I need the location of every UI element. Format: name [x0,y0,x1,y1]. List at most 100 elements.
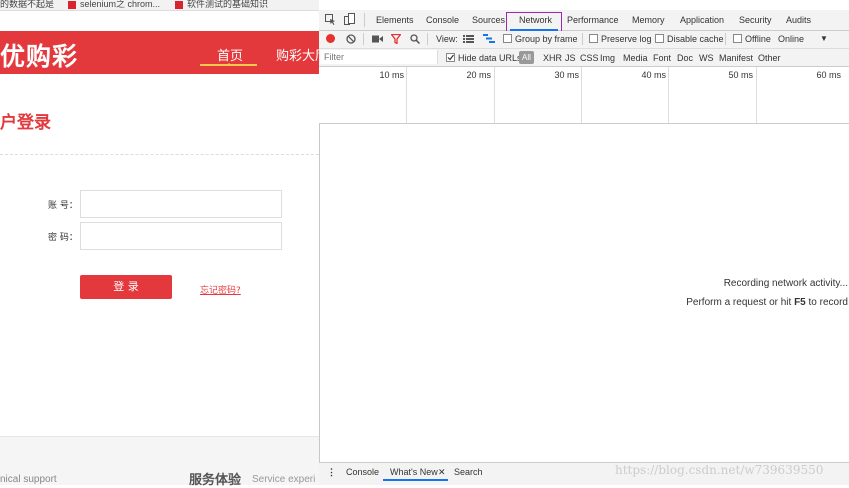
filter-funnel-icon[interactable] [391,34,401,44]
timeline-gridline [581,67,582,123]
footer-service-title: 服务体验 [189,473,242,488]
tab-application[interactable]: Application [680,15,724,25]
timeline-tick-label: 50 ms [728,70,753,80]
bookmark-item[interactable]: selenium之 chrom... [68,0,160,10]
close-icon[interactable]: ✕ [438,467,446,478]
separator [364,13,365,27]
checkbox-icon [733,34,742,43]
checkbox-icon [655,34,664,43]
tab-performance[interactable]: Performance [567,15,619,25]
footer-service-subtitle: Service experi [252,474,316,485]
bookmark-favicon-icon [68,0,76,9]
bookmark-favicon-icon [175,0,183,9]
offline-checkbox[interactable]: Offline [733,34,771,44]
tab-console[interactable]: Console [426,15,459,25]
tab-memory[interactable]: Memory [632,15,665,25]
filter-type-js[interactable]: JS [565,53,576,63]
active-drawer-indicator [383,479,448,481]
checkbox-icon [503,34,512,43]
group-by-frame-checkbox[interactable]: Group by frame [503,34,578,44]
large-rows-icon[interactable] [463,35,474,43]
timeline-gridline [668,67,669,123]
drawer-tab-search[interactable]: Search [454,467,483,477]
site-logo[interactable]: 优购彩 [0,37,78,73]
bookmarks-bar: 的数据不起是 selenium之 chrom... 软件测试的基础知识 [0,0,319,11]
filter-type-ws[interactable]: WS [699,53,714,63]
filter-type-all[interactable]: All [519,51,534,64]
tab-network[interactable]: Network [519,15,552,25]
record-hint-text: Perform a request or hit F5 to record [600,297,848,308]
filter-type-xhr[interactable]: XHR [543,53,562,63]
tab-sources[interactable]: Sources [472,15,505,25]
checkbox-checked-icon [446,53,455,62]
separator [725,33,726,45]
filter-type-other[interactable]: Other [758,53,781,63]
view-label: View: [436,34,458,44]
bookmark-label: selenium之 chrom... [80,0,161,9]
filter-type-manifest[interactable]: Manifest [719,53,753,63]
timeline-tick-label: 20 ms [466,70,491,80]
password-label: 密 码： [48,233,78,243]
filter-type-css[interactable]: CSS [580,53,599,63]
login-button[interactable]: 登 录 [80,275,172,299]
timeline-tick-label: 30 ms [554,70,579,80]
drawer-tab-whats-new[interactable]: What's New [390,467,438,477]
bookmark-item[interactable]: 的数据不起是 [0,0,54,10]
hint-suffix: to record [805,297,848,308]
tab-audits[interactable]: Audits [786,15,811,25]
device-toolbar-icon[interactable] [344,13,355,25]
drawer-tab-console[interactable]: Console [346,467,379,477]
disable-cache-checkbox[interactable]: Disable cache [655,34,724,44]
throttling-select[interactable]: Online [778,34,804,44]
bookmark-label: 软件测试的基础知识 [187,0,269,9]
login-title: 户登录 [0,113,51,133]
checkbox-label: Preserve log [601,34,652,44]
drawer-menu-icon[interactable]: ⋮ [327,467,336,478]
bookmark-label: 的数据不起是 [0,0,55,9]
screenshot-camera-icon[interactable] [372,35,383,43]
forgot-password-link[interactable]: 忘记密码? [200,283,241,296]
filter-type-img[interactable]: Img [600,53,615,63]
recording-status-text: Recording network activity... [723,278,848,289]
hide-data-urls-checkbox[interactable]: Hide data URLs [446,53,522,63]
checkbox-label: Hide data URLs [458,53,522,63]
timeline-gridline [756,67,757,123]
nav-caret-icon [226,63,232,66]
hint-prefix: Perform a request or hit [686,297,795,308]
filter-type-media[interactable]: Media [623,53,648,63]
separator [427,33,428,45]
throttling-value: Online [778,34,805,44]
preserve-log-checkbox[interactable]: Preserve log [589,34,652,44]
account-input[interactable] [80,190,282,218]
clear-icon[interactable] [346,34,356,44]
tab-elements[interactable]: Elements [376,15,414,25]
account-label: 账 号： [48,201,78,211]
checkbox-label: Group by frame [515,34,578,44]
dropdown-arrow-icon[interactable]: ▼ [820,34,828,43]
tab-security[interactable]: Security [739,15,772,25]
checkbox-label: Offline [745,34,771,44]
timeline-gridline [494,67,495,123]
search-icon[interactable] [410,34,420,44]
separator [582,33,583,45]
bookmark-item[interactable]: 软件测试的基础知识 [175,0,268,10]
divider [0,154,319,155]
record-icon[interactable] [326,34,335,43]
nav-item-home[interactable]: 首页 [217,45,243,64]
filter-type-font[interactable]: Font [653,53,671,63]
timeline-tick-label: 10 ms [379,70,404,80]
separator [363,33,364,45]
inspect-element-icon[interactable] [325,14,336,25]
filter-type-doc[interactable]: Doc [677,53,693,63]
footer-support-text: nical support [0,474,57,485]
hint-key: F5 [794,297,806,308]
watermark-text: https://blog.csdn.net/w739639550 [615,463,824,477]
password-input[interactable] [80,222,282,250]
checkbox-label: Disable cache [667,34,724,44]
checkbox-icon [589,34,598,43]
timeline-gridline [406,67,407,123]
filter-input[interactable] [320,50,438,64]
timeline-tick-label: 40 ms [641,70,666,80]
timeline-tick-label: 60 ms [816,70,841,80]
waterfall-overview-icon[interactable] [483,34,495,43]
